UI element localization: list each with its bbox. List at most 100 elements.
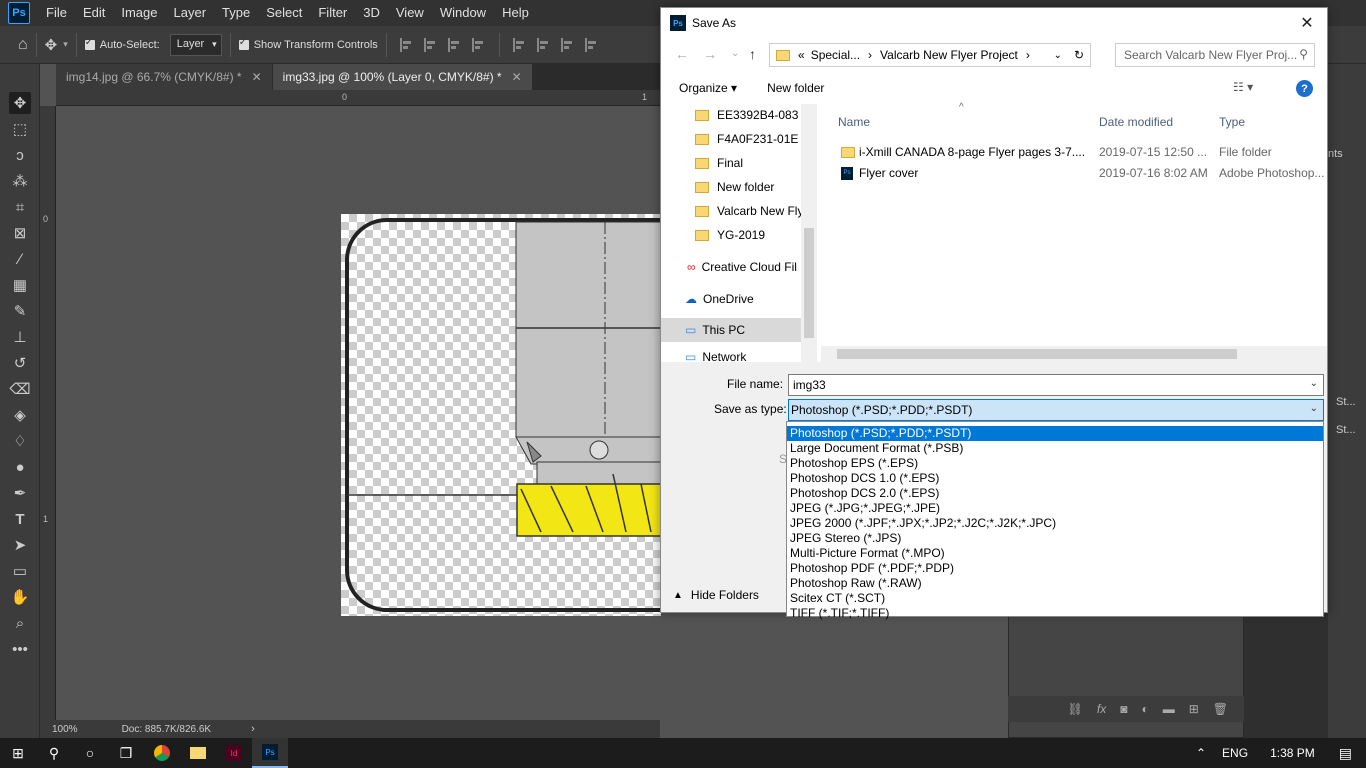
hand-tool-icon[interactable]: ✋ (9, 586, 31, 608)
rectangle-tool-icon[interactable]: ▭ (9, 560, 31, 582)
help-icon[interactable]: ? (1296, 80, 1313, 97)
type-option[interactable]: Photoshop EPS (*.EPS) (787, 456, 1323, 471)
breadcrumb-item[interactable]: Special... (811, 48, 860, 62)
type-option[interactable]: TIFF (*.TIF;*.TIFF) (787, 606, 1323, 621)
frame-tool-icon[interactable]: ⊠ (9, 222, 31, 244)
refresh-icon[interactable]: ↻ (1074, 48, 1084, 62)
crop-tool-icon[interactable]: ⌗ (9, 196, 31, 218)
windows-start-icon[interactable]: ⊞ (0, 738, 36, 768)
new-group-icon[interactable]: ▬ (1163, 702, 1175, 716)
close-icon[interactable]: ✕ (252, 64, 262, 90)
type-option[interactable]: JPEG Stereo (*.JPS) (787, 531, 1323, 546)
notifications-icon[interactable]: ▤ (1339, 745, 1352, 762)
home-icon[interactable]: ⌂ (18, 36, 28, 54)
menu-filter[interactable]: Filter (310, 0, 355, 26)
paint-bucket-tool-icon[interactable]: ◈ (9, 404, 31, 426)
type-option[interactable]: Scitex CT (*.SCT) (787, 591, 1323, 606)
close-icon[interactable]: ✕ (1287, 8, 1327, 38)
menu-layer[interactable]: Layer (166, 0, 215, 26)
show-transform-controls-checkbox[interactable]: Show Transform Controls (238, 37, 378, 51)
nav-item-network[interactable]: ▭ Network (685, 350, 819, 362)
tab-img33[interactable]: img33.jpg @ 100% (Layer 0, CMYK/8#) * ✕ (272, 64, 533, 90)
type-tool-icon[interactable]: T (9, 508, 31, 530)
column-header-type[interactable]: Type (1219, 115, 1245, 129)
breadcrumb-separator[interactable]: › (868, 48, 872, 62)
zoom-tool-icon[interactable]: ⌕ (9, 612, 31, 634)
indesign-icon[interactable]: Id (216, 738, 252, 768)
type-option[interactable]: Multi-Picture Format (*.MPO) (787, 546, 1323, 561)
up-arrow-icon[interactable]: ↑ (749, 46, 756, 62)
close-icon[interactable]: ✕ (512, 64, 522, 90)
align-right-icon[interactable] (447, 37, 462, 52)
tab-img14[interactable]: img14.jpg @ 66.7% (CMYK/8#) * ✕ (56, 64, 273, 90)
file-explorer-icon[interactable] (180, 738, 216, 768)
clock[interactable]: 1:38 PM (1270, 746, 1315, 760)
nav-item-valcarb[interactable]: Valcarb New Flye (695, 199, 801, 223)
menu-image[interactable]: Image (113, 0, 165, 26)
align-bottom-icon[interactable] (560, 37, 575, 52)
distribute-vertical-icon[interactable] (584, 37, 599, 52)
file-row[interactable]: Ps Flyer cover 2019-07-16 8:02 AM Adobe … (821, 163, 1327, 183)
menu-3d[interactable]: 3D (355, 0, 388, 26)
eraser-tool-icon[interactable]: ⌫ (9, 378, 31, 400)
align-middle-icon[interactable] (536, 37, 551, 52)
breadcrumb-separator[interactable]: › (1026, 48, 1030, 62)
save-as-type-select[interactable]: Photoshop (*.PSD;*.PDD;*.PSDT) ⌄ (788, 399, 1324, 421)
breadcrumb-overflow[interactable]: « (798, 48, 805, 62)
more-tools-icon[interactable]: ••• (9, 638, 31, 660)
search-input[interactable]: Search Valcarb New Flyer Proj... ⚲ (1115, 43, 1315, 67)
menu-help[interactable]: Help (494, 0, 537, 26)
view-options-icon[interactable]: ☷ ▾ (1233, 80, 1253, 94)
path-selection-tool-icon[interactable]: ➤ (9, 534, 31, 556)
align-center-icon[interactable] (423, 37, 438, 52)
nav-item-this-pc[interactable]: ▭ This PC (661, 318, 801, 342)
eyedropper-tool-icon[interactable]: ∕ (9, 248, 31, 270)
chevron-down-icon[interactable]: ⌄ (1054, 50, 1062, 61)
file-name-input[interactable]: img33 ⌄ (788, 374, 1324, 396)
clone-stamp-tool-icon[interactable]: ⊥ (9, 326, 31, 348)
document-canvas[interactable] (341, 214, 661, 616)
type-option[interactable]: JPEG (*.JPG;*.JPEG;*.JPE) (787, 501, 1323, 516)
menu-view[interactable]: View (388, 0, 432, 26)
task-view-icon[interactable]: ❐ (108, 738, 144, 768)
pen-tool-icon[interactable]: ✒ (9, 482, 31, 504)
type-option[interactable]: Large Document Format (*.PSB) (787, 441, 1323, 456)
hide-folders-button[interactable]: ▲ Hide Folders (673, 588, 759, 602)
fx-icon[interactable]: fx (1097, 702, 1106, 716)
chrome-icon[interactable] (144, 738, 180, 768)
type-option[interactable]: Photoshop PDF (*.PDF;*.PDP) (787, 561, 1323, 576)
new-folder-button[interactable]: New folder (767, 81, 824, 95)
magic-wand-tool-icon[interactable]: ⁂ (9, 170, 31, 192)
marquee-tool-icon[interactable]: ⬚ (9, 118, 31, 140)
type-option[interactable]: Photoshop (*.PSD;*.PDD;*.PSDT) (787, 426, 1323, 441)
move-tool-icon[interactable]: ✥ (9, 92, 31, 114)
align-top-icon[interactable] (512, 37, 527, 52)
nav-scrollbar-thumb[interactable] (804, 228, 814, 338)
nav-item-onedrive[interactable]: ☁ OneDrive (685, 287, 819, 311)
menu-edit[interactable]: Edit (75, 0, 113, 26)
photoshop-taskbar-icon[interactable]: Ps (252, 738, 288, 768)
organize-button[interactable]: Organize ▾ (679, 81, 737, 95)
menu-select[interactable]: Select (258, 0, 310, 26)
delete-layer-icon[interactable]: 🗑 (1213, 702, 1228, 716)
menu-window[interactable]: Window (432, 0, 494, 26)
chevron-down-icon[interactable]: ⌄ (731, 48, 739, 59)
blur-tool-icon[interactable]: ♢ (9, 430, 31, 452)
language-indicator[interactable]: ENG (1222, 746, 1248, 760)
cortana-icon[interactable]: ○ (72, 738, 108, 768)
type-option[interactable]: JPEG 2000 (*.JPF;*.JPX;*.JP2;*.J2C;*.J2K… (787, 516, 1323, 531)
chevron-down-icon[interactable]: ▾ (63, 39, 68, 50)
menu-type[interactable]: Type (214, 0, 258, 26)
type-option[interactable]: Photoshop Raw (*.RAW) (787, 576, 1323, 591)
column-header-name[interactable]: Name (838, 115, 870, 129)
healing-brush-tool-icon[interactable]: ▦ (9, 274, 31, 296)
column-header-date[interactable]: Date modified (1099, 115, 1173, 129)
auto-select-target-dropdown[interactable]: Layer ▾ (169, 33, 222, 56)
menu-file[interactable]: File (38, 0, 75, 26)
adjustment-layer-icon[interactable]: ◐ (1141, 702, 1148, 716)
auto-select-checkbox[interactable]: Auto-Select: (84, 37, 160, 51)
horizontal-scrollbar-thumb[interactable] (837, 349, 1237, 359)
chevron-right-icon[interactable]: › (251, 723, 255, 735)
breadcrumb-item[interactable]: Valcarb New Flyer Project (880, 48, 1018, 62)
type-option[interactable]: Photoshop DCS 2.0 (*.EPS) (787, 486, 1323, 501)
